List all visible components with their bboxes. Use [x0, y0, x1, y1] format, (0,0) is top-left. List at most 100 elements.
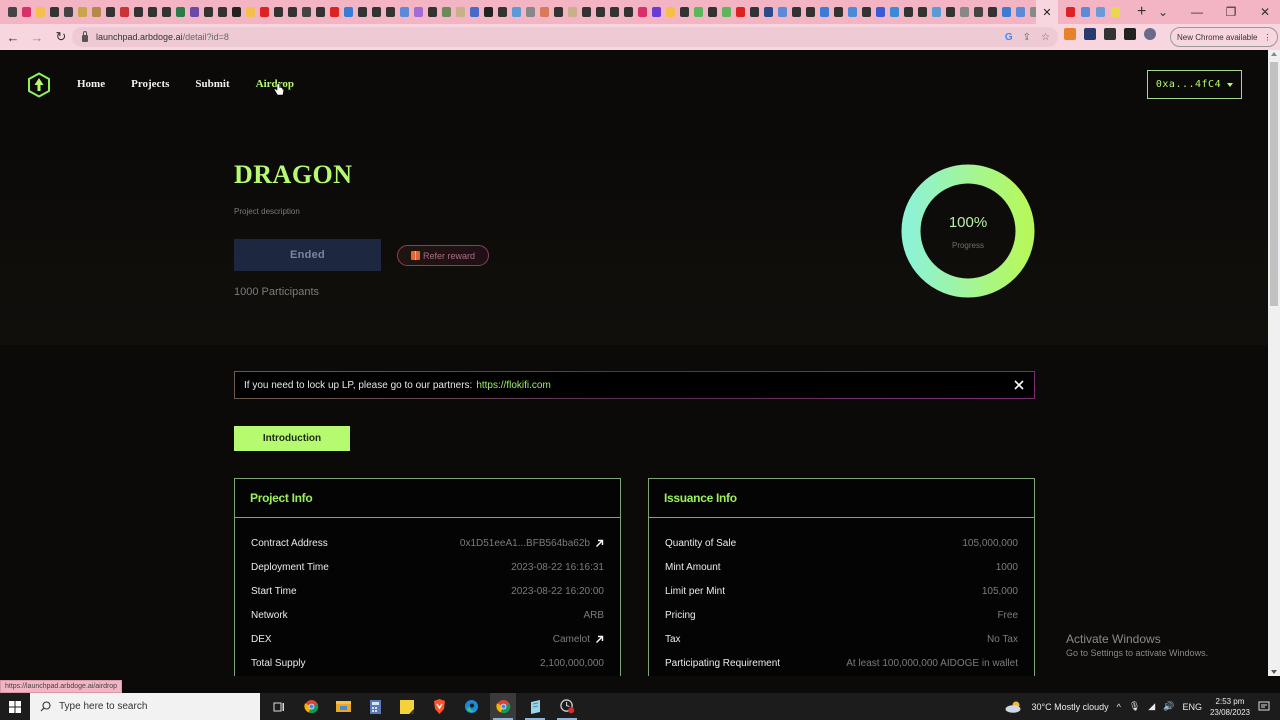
tab-favicon[interactable]	[49, 7, 59, 17]
nav-projects[interactable]: Projects	[131, 78, 169, 90]
tab-favicon[interactable]	[1080, 7, 1090, 17]
tab-favicon[interactable]	[35, 7, 45, 17]
new-chrome-available-button[interactable]: New Chrome available ⋮	[1170, 27, 1279, 47]
tab-favicon[interactable]	[539, 7, 549, 17]
tab-favicon[interactable]	[483, 7, 493, 17]
tab-favicon[interactable]	[385, 7, 395, 17]
tab-favicon[interactable]	[875, 7, 885, 17]
metamask-extension-icon[interactable]	[1064, 28, 1076, 40]
tab-favicon[interactable]	[91, 7, 101, 17]
tab-favicon[interactable]	[847, 7, 857, 17]
tab-favicon[interactable]	[1095, 7, 1105, 17]
project-info-value-text[interactable]: 0x1D51eeA1...BFB564ba62b	[460, 538, 590, 549]
project-info-value[interactable]: 0x1D51eeA1...BFB564ba62b	[460, 538, 604, 549]
calculator-icon[interactable]	[362, 693, 388, 720]
file-explorer-icon[interactable]	[330, 693, 356, 720]
tab-favicon[interactable]	[203, 7, 213, 17]
tab-favicon[interactable]	[931, 7, 941, 17]
close-tab-icon[interactable]: ✕	[1042, 6, 1051, 19]
share-icon[interactable]: ⇪	[1023, 32, 1031, 43]
tab-favicon[interactable]	[1065, 7, 1075, 17]
tab-favicon[interactable]	[21, 7, 31, 17]
restore-button[interactable]: ❐	[1216, 5, 1246, 19]
taskbar-search-box[interactable]: Type here to search	[30, 693, 260, 720]
project-info-value[interactable]: Camelot	[553, 634, 604, 645]
tab-favicon[interactable]	[105, 7, 115, 17]
weather-cloud-icon[interactable]	[1005, 701, 1023, 713]
tab-favicon[interactable]	[497, 7, 507, 17]
network-icon[interactable]: ◢	[1148, 701, 1155, 712]
chrome-profile-taskbar-icon[interactable]	[490, 693, 516, 720]
tab-favicon[interactable]	[525, 7, 535, 17]
start-button[interactable]	[0, 693, 30, 720]
tab-favicon[interactable]	[161, 7, 171, 17]
refer-reward-button[interactable]: Refer reward	[397, 245, 489, 266]
arbdoge-logo-icon[interactable]	[27, 72, 51, 98]
forward-button[interactable]: →	[26, 30, 48, 45]
task-view-icon[interactable]	[266, 693, 292, 720]
tab-favicon[interactable]	[119, 7, 129, 17]
nav-home[interactable]: Home	[77, 78, 105, 90]
edge-browser-icon[interactable]	[458, 693, 484, 720]
scroll-up-arrow-icon[interactable]	[1271, 52, 1277, 56]
tab-favicon[interactable]	[455, 7, 465, 17]
tab-favicon[interactable]	[175, 7, 185, 17]
close-window-button[interactable]: ✕	[1250, 5, 1280, 19]
tab-favicon[interactable]	[861, 7, 871, 17]
tab-favicon[interactable]	[133, 7, 143, 17]
partner-link[interactable]: https://flokifi.com	[476, 380, 550, 391]
tab-favicon[interactable]	[427, 7, 437, 17]
tab-favicon[interactable]	[945, 7, 955, 17]
tab-favicon[interactable]	[441, 7, 451, 17]
tab-favicon[interactable]	[259, 7, 269, 17]
profile-avatar-icon[interactable]	[1144, 28, 1156, 40]
tab-favicon[interactable]	[959, 7, 969, 17]
tab-favicon[interactable]	[609, 7, 619, 17]
tab-favicon[interactable]	[413, 7, 423, 17]
active-tab[interactable]: ✕	[1036, 0, 1058, 24]
tab-favicon[interactable]	[735, 7, 745, 17]
tab-favicon[interactable]	[329, 7, 339, 17]
tab-favicon[interactable]	[973, 7, 983, 17]
tab-favicon[interactable]	[231, 7, 241, 17]
tab-favicon[interactable]	[777, 7, 787, 17]
tab-favicon[interactable]	[791, 7, 801, 17]
brave-browser-icon[interactable]	[426, 693, 452, 720]
language-indicator[interactable]: ENG	[1182, 702, 1202, 712]
screen-recorder-icon[interactable]	[554, 693, 580, 720]
minimize-button[interactable]: —	[1182, 5, 1212, 19]
tab-favicon[interactable]	[679, 7, 689, 17]
external-link-arrow-icon[interactable]	[595, 539, 604, 548]
tab-favicon[interactable]	[511, 7, 521, 17]
side-panel-icon[interactable]	[1124, 28, 1136, 40]
notepad-icon[interactable]	[522, 693, 548, 720]
extension-icon[interactable]	[1084, 28, 1096, 40]
tab-favicon[interactable]	[245, 7, 255, 17]
tab-favicon[interactable]	[273, 7, 283, 17]
bookmark-star-icon[interactable]: ☆	[1041, 32, 1050, 43]
clock[interactable]: 2:53 pm 23/08/2023	[1210, 696, 1250, 718]
tab-favicon[interactable]	[371, 7, 381, 17]
tab-favicon[interactable]	[889, 7, 899, 17]
tab-favicon[interactable]	[917, 7, 927, 17]
volume-icon[interactable]: 🔊	[1163, 701, 1174, 712]
chevron-up-icon[interactable]: ^	[1117, 702, 1121, 712]
tab-favicon[interactable]	[805, 7, 815, 17]
tab-favicon[interactable]	[399, 7, 409, 17]
tab-favicon[interactable]	[147, 7, 157, 17]
tab-favicon[interactable]	[637, 7, 647, 17]
tab-search-icon[interactable]: ⌄	[1148, 5, 1178, 19]
tab-favicon[interactable]	[1001, 7, 1011, 17]
tab-favicon[interactable]	[343, 7, 353, 17]
tab-favicon[interactable]	[357, 7, 367, 17]
scroll-down-arrow-icon[interactable]	[1271, 670, 1277, 674]
tab-favicon[interactable]	[749, 7, 759, 17]
back-button[interactable]: ←	[2, 30, 24, 45]
tab-favicon[interactable]	[1110, 7, 1120, 17]
tab-favicon[interactable]	[595, 7, 605, 17]
tab-favicon[interactable]	[721, 7, 731, 17]
lock-icon[interactable]	[82, 30, 88, 42]
tab-favicon[interactable]	[763, 7, 773, 17]
weather-text[interactable]: 30°C Mostly cloudy	[1031, 702, 1108, 712]
tab-favicon[interactable]	[581, 7, 591, 17]
